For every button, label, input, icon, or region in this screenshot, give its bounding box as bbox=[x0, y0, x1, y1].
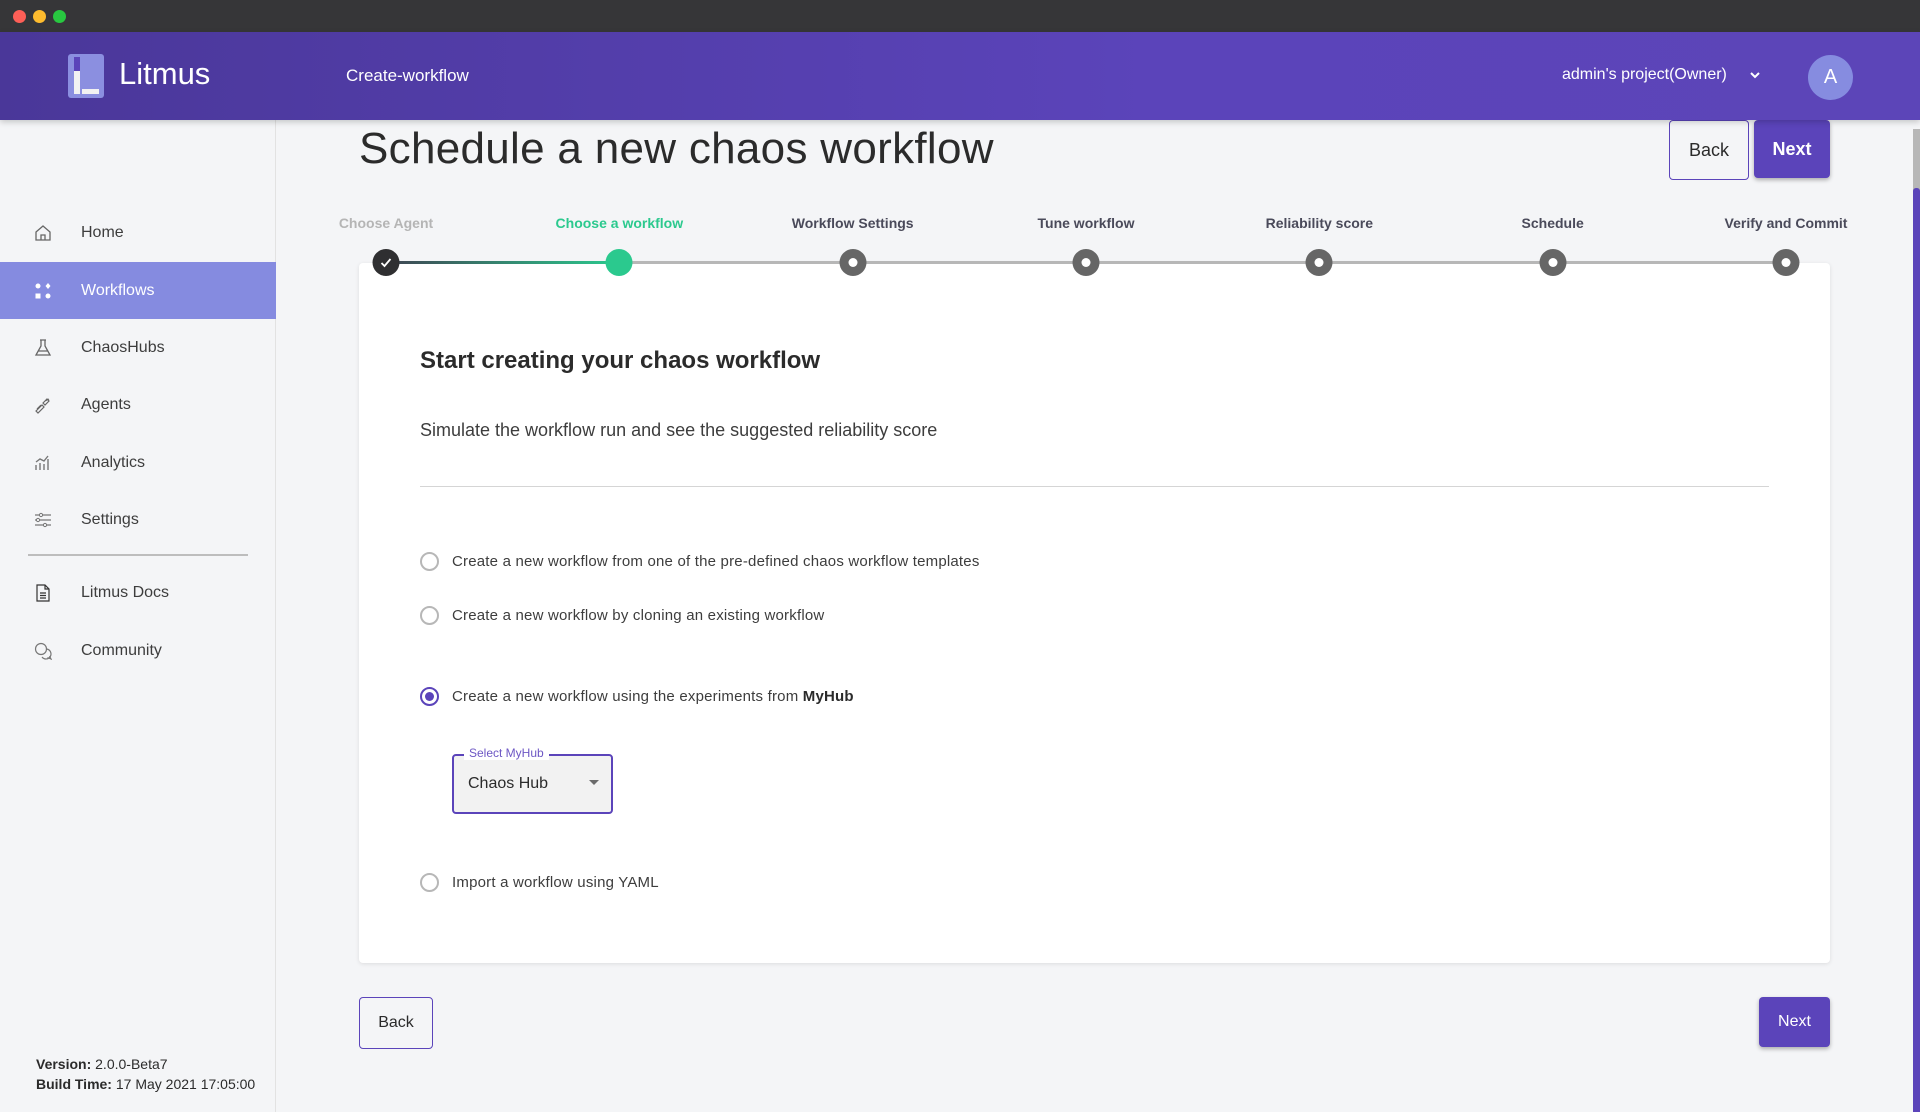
page-title: Schedule a new chaos workflow bbox=[359, 124, 994, 173]
step-complete-icon bbox=[372, 249, 400, 276]
step-connector bbox=[1319, 261, 1553, 264]
sidebar-item-workflows[interactable]: Workflows bbox=[0, 262, 276, 319]
step-label: Verify and Commit bbox=[1724, 215, 1848, 231]
radio-button[interactable] bbox=[420, 873, 439, 892]
back-button-bottom[interactable]: Back bbox=[359, 997, 433, 1049]
version-label: Version: bbox=[36, 1056, 92, 1072]
option-clone-workflow[interactable]: Create a new workflow by cloning an exis… bbox=[420, 606, 824, 625]
app-header: Litmus Create-workflow admin's project(O… bbox=[0, 32, 1920, 120]
option-import-yaml[interactable]: Import a workflow using YAML bbox=[420, 873, 659, 892]
step-pending-dot bbox=[839, 249, 867, 276]
step-active-dot bbox=[605, 249, 633, 276]
card-subtitle: Simulate the workflow run and see the su… bbox=[420, 420, 938, 440]
step-pending-dot bbox=[1072, 249, 1100, 276]
option-label-text: Create a new workflow using the experime… bbox=[452, 688, 803, 705]
myhub-select-label: Select MyHub bbox=[464, 746, 549, 760]
sidebar-item-label: Settings bbox=[81, 510, 139, 528]
radio-button[interactable] bbox=[420, 606, 439, 625]
build-time-value: 17 May 2021 17:05:00 bbox=[115, 1076, 256, 1092]
step-connector bbox=[1086, 261, 1320, 264]
card-divider bbox=[420, 486, 1769, 487]
step-label: Schedule bbox=[1521, 215, 1584, 231]
checkmark-icon bbox=[380, 258, 392, 268]
sidebar-item-agents[interactable]: Agents bbox=[0, 376, 276, 433]
chat-icon bbox=[34, 642, 52, 660]
sidebar-divider bbox=[28, 554, 248, 556]
litmus-logo-icon[interactable] bbox=[68, 54, 104, 98]
sidebar-item-chaoshubs[interactable]: ChaosHubs bbox=[0, 319, 276, 376]
step-pending-dot bbox=[1305, 249, 1333, 276]
sidebar-item-label: Home bbox=[81, 223, 124, 241]
sidebar-item-home[interactable]: Home bbox=[0, 204, 276, 261]
step-label: Choose Agent bbox=[338, 215, 434, 231]
user-avatar[interactable]: A bbox=[1808, 55, 1853, 100]
step-connector bbox=[852, 261, 1086, 264]
next-button-top[interactable]: Next bbox=[1754, 120, 1830, 178]
sidebar-item-label: Community bbox=[81, 641, 162, 659]
step-label: Reliability score bbox=[1265, 215, 1374, 231]
window-close-button[interactable] bbox=[13, 10, 26, 23]
flask-icon bbox=[34, 339, 52, 356]
window-maximize-button[interactable] bbox=[53, 10, 66, 23]
option-myhub-experiments[interactable]: Create a new workflow using the experime… bbox=[420, 687, 854, 706]
step-label: Workflow Settings bbox=[791, 215, 914, 231]
sidebar-item-label: ChaosHubs bbox=[81, 338, 165, 356]
myhub-name: MyHub bbox=[802, 688, 854, 705]
option-label: Create a new workflow from one of the pr… bbox=[452, 553, 980, 570]
sidebar: Home Workflows ChaosHubs Agents Analytic… bbox=[0, 120, 276, 1112]
analytics-icon bbox=[35, 455, 49, 470]
step-label: Choose a workflow bbox=[555, 215, 684, 231]
link-icon bbox=[35, 398, 50, 414]
workflow-choice-card: Start creating your chaos workflow Simul… bbox=[359, 263, 1830, 963]
step-connector bbox=[386, 261, 620, 264]
window-minimize-button[interactable] bbox=[33, 10, 46, 23]
sidebar-item-label: Agents bbox=[81, 395, 131, 413]
sidebar-item-label: Analytics bbox=[81, 453, 146, 471]
radio-button-checked[interactable] bbox=[420, 687, 439, 706]
build-time-label: Build Time: bbox=[36, 1076, 112, 1092]
brand-name[interactable]: Litmus bbox=[119, 56, 210, 92]
step-connector bbox=[619, 261, 853, 264]
workflows-icon bbox=[35, 283, 51, 299]
project-selector[interactable]: admin's project(Owner) bbox=[1562, 66, 1727, 84]
breadcrumb: Create-workflow bbox=[346, 66, 469, 85]
version-info: Version: 2.0.0-Beta7 Build Time: 17 May … bbox=[36, 1054, 255, 1094]
sidebar-item-label: Workflows bbox=[81, 281, 155, 299]
step-label: Tune workflow bbox=[1037, 215, 1135, 231]
radio-button[interactable] bbox=[420, 552, 439, 571]
myhub-select[interactable]: Select MyHub Chaos Hub bbox=[452, 746, 613, 814]
option-label: Import a workflow using YAML bbox=[452, 874, 659, 891]
sidebar-link-community[interactable]: Community bbox=[0, 622, 276, 679]
option-predefined-templates[interactable]: Create a new workflow from one of the pr… bbox=[420, 552, 980, 571]
chevron-down-icon[interactable] bbox=[1748, 68, 1762, 82]
option-label: Create a new workflow by cloning an exis… bbox=[452, 607, 825, 624]
dropdown-caret-icon bbox=[589, 780, 599, 785]
sidebar-item-label: Litmus Docs bbox=[81, 583, 170, 601]
step-connector bbox=[1552, 261, 1786, 264]
card-title: Start creating your chaos workflow bbox=[420, 347, 821, 374]
next-button-bottom[interactable]: Next bbox=[1759, 997, 1830, 1047]
version-value: 2.0.0-Beta7 bbox=[95, 1056, 168, 1072]
document-icon bbox=[36, 584, 50, 602]
option-label: Create a new workflow using the experime… bbox=[452, 688, 854, 705]
step-pending-dot bbox=[1539, 249, 1567, 276]
scrollbar-thumb[interactable] bbox=[1913, 188, 1920, 1112]
sidebar-link-litmus-docs[interactable]: Litmus Docs bbox=[0, 564, 276, 621]
myhub-select-value: Chaos Hub bbox=[468, 775, 549, 792]
window-titlebar bbox=[0, 0, 1920, 32]
home-icon bbox=[35, 225, 51, 241]
step-pending-dot bbox=[1772, 249, 1800, 276]
back-button-top[interactable]: Back bbox=[1669, 120, 1749, 180]
sidebar-item-analytics[interactable]: Analytics bbox=[0, 434, 276, 491]
sidebar-item-settings[interactable]: Settings bbox=[0, 491, 276, 548]
sliders-icon bbox=[35, 512, 51, 528]
